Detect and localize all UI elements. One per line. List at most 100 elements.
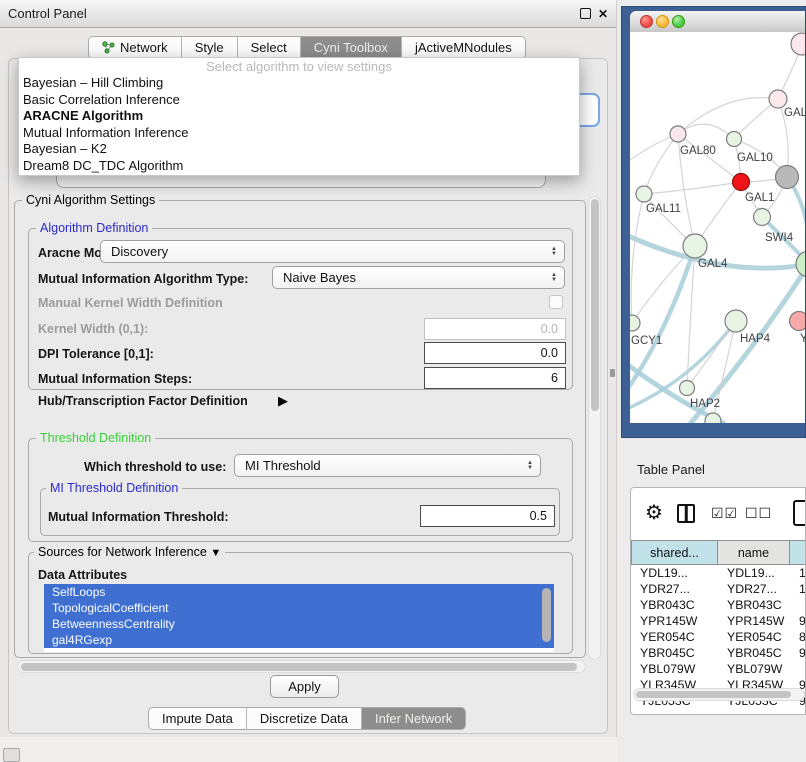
attribute-item-selfloops[interactable]: SelfLoops xyxy=(44,584,554,600)
collapse-down-icon[interactable]: ▼ xyxy=(210,547,221,559)
network-node[interactable] xyxy=(796,251,805,277)
table-cell: YBR043C xyxy=(718,597,790,613)
export-table-icon[interactable] xyxy=(793,500,806,526)
dropdown-item-mutual-information-inference[interactable]: Mutual Information Inference xyxy=(19,125,579,142)
tab-infer-network[interactable]: Infer Network xyxy=(361,708,465,729)
tab-select[interactable]: Select xyxy=(237,37,300,58)
table-row[interactable]: YBR043CYBR043C xyxy=(631,597,806,613)
close-icon[interactable]: ✕ xyxy=(598,8,608,20)
settings-horizontal-scrollbar[interactable] xyxy=(17,660,586,673)
table-row[interactable]: YER054CYER054C8. xyxy=(631,629,806,645)
table-cell: 8. xyxy=(790,629,806,645)
network-node[interactable] xyxy=(670,126,686,142)
node-label: GAL11 xyxy=(646,203,681,215)
dropdown-item-bayesian-k2[interactable]: Bayesian – K2 xyxy=(19,141,579,158)
gear-icon[interactable]: ⚙ xyxy=(645,500,663,525)
which-threshold-label: Which threshold to use: xyxy=(84,460,226,474)
attr-list-scroll-thumb[interactable] xyxy=(542,588,551,642)
column-header-name[interactable]: name xyxy=(718,540,790,565)
dropdown-item-bayesian-hill-climbing[interactable]: Bayesian – Hill Climbing xyxy=(19,75,579,92)
table-cell: YBL079W xyxy=(631,661,718,677)
table-row[interactable]: YPR145WYPR145W9. xyxy=(631,613,806,629)
which-threshold-combobox[interactable]: MI Threshold ▲▼ xyxy=(234,454,541,477)
expand-right-icon[interactable]: ▶ xyxy=(278,393,288,409)
apply-button[interactable]: Apply xyxy=(270,675,339,698)
network-node[interactable] xyxy=(754,209,771,226)
network-canvas[interactable]: GALGAL80GAL10GAL1GAL11SWI4GAL4GCY1HAP4YH… xyxy=(630,32,805,423)
network-node[interactable] xyxy=(733,174,750,191)
network-node[interactable] xyxy=(790,312,806,331)
control-panel-titlebar: Control Panel ✕ xyxy=(0,0,616,28)
settings-vscroll-thumb[interactable] xyxy=(591,199,599,411)
tab-label: Network xyxy=(120,40,168,55)
table-row[interactable]: YDL19...YDL19...13 xyxy=(631,565,806,581)
tab-label: Style xyxy=(195,40,224,55)
network-node[interactable] xyxy=(630,315,640,331)
dropdown-item-dream8-dc-tdc-algorithm[interactable]: Dream8 DC_TDC Algorithm xyxy=(19,158,579,175)
float-window-icon[interactable] xyxy=(580,8,591,19)
control-panel-title: Control Panel xyxy=(8,6,87,21)
node-label: HAP2 xyxy=(690,398,720,410)
deselect-all-columns-icon[interactable]: ☐☐ xyxy=(745,505,772,522)
network-node[interactable] xyxy=(705,413,721,423)
corner-grip-icon[interactable] xyxy=(3,748,20,762)
mi-steps-field[interactable]: 6 xyxy=(424,367,566,389)
hub-definition-label[interactable]: Hub/Transcription Factor Definition xyxy=(38,394,248,408)
tab-style[interactable]: Style xyxy=(181,37,237,58)
network-node[interactable] xyxy=(680,381,695,396)
dropdown-item-aracne-algorithm[interactable]: ARACNE Algorithm xyxy=(19,108,579,125)
column-header-shared[interactable]: shared... xyxy=(631,540,718,565)
manual-kernel-checkbox[interactable] xyxy=(549,295,563,309)
tab-network[interactable]: Network xyxy=(89,37,181,58)
mi-type-combobox[interactable]: Naive Bayes ▲▼ xyxy=(272,266,565,289)
settings-hscroll-thumb[interactable] xyxy=(21,663,577,671)
attribute-item-betweennesscentrality[interactable]: BetweennessCentrality xyxy=(44,616,554,632)
network-node[interactable] xyxy=(725,310,747,332)
aracne-mode-combobox[interactable]: Discovery ▲▼ xyxy=(100,240,565,263)
network-node[interactable] xyxy=(791,33,805,55)
table-cell: YER054C xyxy=(718,629,790,645)
mi-threshold-label: Mutual Information Threshold: xyxy=(48,510,229,524)
cyni-settings-legend: Cyni Algorithm Settings xyxy=(22,193,159,207)
network-node[interactable] xyxy=(636,186,652,202)
table-cell: YBR043C xyxy=(631,597,718,613)
network-node[interactable] xyxy=(776,166,799,189)
table-hscroll-thumb[interactable] xyxy=(636,691,791,698)
table-cell: YDL19... xyxy=(631,565,718,581)
kernel-width-field[interactable]: 0.0 xyxy=(424,318,566,340)
settings-vertical-scrollbar[interactable] xyxy=(588,196,601,660)
table-row[interactable]: YBR045CYBR045C9. xyxy=(631,645,806,661)
table-row[interactable]: YBL079WYBL079W xyxy=(631,661,806,677)
dropdown-item-basic-correlation-inference[interactable]: Basic Correlation Inference xyxy=(19,92,579,109)
minimize-traffic-light-icon[interactable] xyxy=(656,15,669,28)
table-horizontal-scrollbar[interactable] xyxy=(633,688,805,701)
stepper-arrows-icon: ▲▼ xyxy=(551,273,557,283)
data-attributes-list[interactable]: SelfLoopsTopologicalCoefficientBetweenne… xyxy=(44,584,554,652)
table-cell: YDR27... xyxy=(631,581,718,597)
tab-impute-data[interactable]: Impute Data xyxy=(149,708,246,729)
mi-threshold-legend: MI Threshold Definition xyxy=(46,481,182,495)
columns-icon[interactable] xyxy=(677,504,695,523)
control-panel-tabbar: Network Style SelectCyni ToolboxjActiveMNo… xyxy=(88,36,526,59)
network-node[interactable] xyxy=(727,132,742,147)
dpi-tolerance-field[interactable]: 0.0 xyxy=(424,342,566,364)
table-cell: YPR145W xyxy=(631,613,718,629)
tab-cyni-toolbox[interactable]: Cyni Toolbox xyxy=(300,37,401,58)
column-header-a[interactable]: A xyxy=(790,540,806,565)
attribute-item-topologicalcoefficient[interactable]: TopologicalCoefficient xyxy=(44,600,554,616)
network-graph: GALGAL80GAL10GAL1GAL11SWI4GAL4GCY1HAP4YH… xyxy=(630,32,805,423)
stepper-arrows-icon: ▲▼ xyxy=(551,247,557,257)
panel-divider-grip[interactable] xyxy=(610,369,615,377)
close-traffic-light-icon[interactable] xyxy=(640,15,653,28)
tab-discretize-data[interactable]: Discretize Data xyxy=(246,708,361,729)
attribute-item-gal4rgexp[interactable]: gal4RGexp xyxy=(44,632,554,648)
zoom-traffic-light-icon[interactable] xyxy=(672,15,685,28)
network-node[interactable] xyxy=(683,234,707,258)
select-all-columns-icon[interactable]: ☑☑ xyxy=(711,505,738,522)
network-node[interactable] xyxy=(769,90,787,108)
tab-jactivemnodules[interactable]: jActiveMNodules xyxy=(401,37,525,58)
network-window-titlebar[interactable] xyxy=(630,11,805,33)
node-label: Y xyxy=(800,333,805,345)
mi-threshold-field[interactable]: 0.5 xyxy=(420,505,555,527)
table-row[interactable]: YDR27...YDR27...12 xyxy=(631,581,806,597)
